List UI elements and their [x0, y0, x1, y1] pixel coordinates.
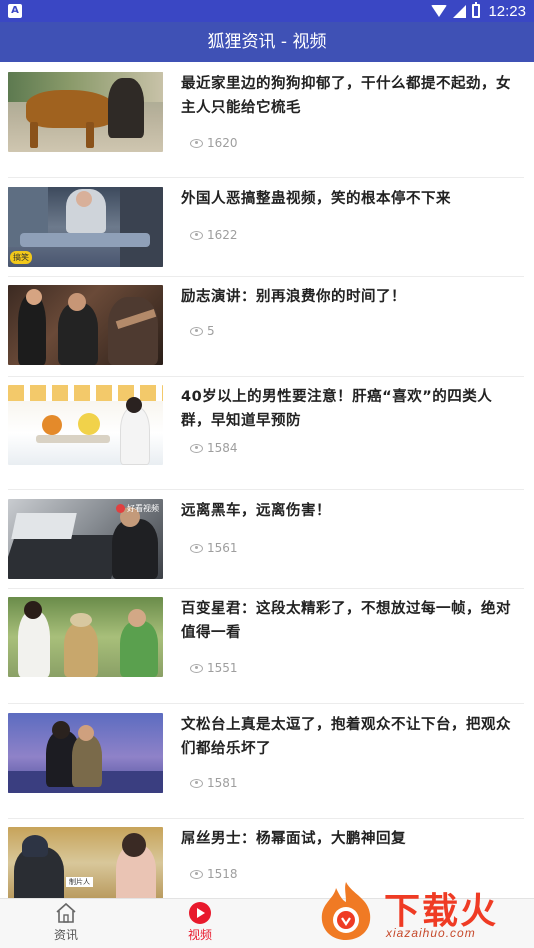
divider	[8, 703, 524, 704]
view-count: 1620	[190, 136, 238, 150]
view-count: 1561	[190, 541, 238, 555]
divider	[8, 489, 524, 490]
video-thumbnail[interactable]	[8, 72, 163, 152]
view-count: 1581	[190, 776, 238, 790]
video-title[interactable]: 最近家里边的狗狗抑郁了，干什么都提不起劲，女主人只能给它梳毛	[181, 72, 521, 120]
view-count-value: 1584	[207, 441, 238, 455]
eye-icon	[190, 663, 203, 673]
view-count: 5	[190, 324, 215, 338]
signal-icon	[453, 4, 467, 18]
status-icons: 12:23	[431, 2, 526, 20]
site-watermark: 下载火 xiazaihuo.com	[316, 878, 530, 946]
video-thumbnail[interactable]	[8, 713, 163, 793]
view-count-value: 1581	[207, 776, 238, 790]
app-notification-icon: A	[8, 4, 22, 18]
eye-icon	[190, 326, 203, 336]
video-title[interactable]: 外国人恶搞整蛊视频，笑的根本停不下来	[181, 187, 521, 211]
tab-label: 资讯	[53, 928, 78, 942]
eye-icon	[190, 869, 203, 879]
view-count-value: 1551	[207, 661, 238, 675]
wifi-icon	[431, 5, 448, 17]
video-thumbnail[interactable]	[8, 597, 163, 677]
divider	[8, 588, 524, 589]
video-title[interactable]: 百变星君：这段太精彩了，不想放过每一帧，绝对值得一看	[181, 597, 521, 645]
thumbnail-badge: 搞笑	[10, 251, 32, 264]
thumbnail-caption: 制片人	[66, 877, 93, 887]
eye-icon	[190, 543, 203, 553]
status-time: 12:23	[488, 2, 526, 20]
divider	[8, 276, 524, 277]
divider	[8, 177, 524, 178]
video-feed[interactable]: 最近家里边的狗狗抑郁了，干什么都提不起劲，女主人只能给它梳毛 1620 搞笑 外…	[0, 62, 534, 898]
eye-icon	[190, 443, 203, 453]
view-count-value: 1622	[207, 228, 238, 242]
view-count-value: 1620	[207, 136, 238, 150]
home-icon	[54, 902, 78, 924]
divider	[8, 376, 524, 377]
eye-icon	[190, 138, 203, 148]
tab-news[interactable]: 资讯	[36, 902, 96, 943]
view-count: 1518	[190, 867, 238, 881]
view-count: 1622	[190, 228, 238, 242]
video-thumbnail[interactable]	[8, 285, 163, 365]
video-title[interactable]: 远离黑车，远离伤害！	[181, 499, 521, 523]
view-count-value: 1561	[207, 541, 238, 555]
status-bar: A 12:23	[0, 0, 534, 22]
video-title[interactable]: 文松台上真是太逗了，抱着观众不让下台，把观众们都给乐坏了	[181, 713, 521, 761]
eye-icon	[190, 778, 203, 788]
view-count: 1584	[190, 441, 238, 455]
video-thumbnail[interactable]: 制片人	[8, 827, 163, 898]
battery-charging-icon	[472, 2, 481, 18]
video-thumbnail[interactable]: 好看视频	[8, 499, 163, 579]
view-count: 1551	[190, 661, 238, 675]
video-title[interactable]: 屌丝男士：杨幂面试，大鹏神回复	[181, 827, 521, 851]
thumbnail-logo-text: 好看视频	[127, 504, 159, 513]
logo-icon	[116, 504, 125, 513]
view-count-value: 1518	[207, 867, 238, 881]
flame-logo-icon	[321, 882, 371, 940]
video-thumbnail[interactable]: 搞笑	[8, 187, 163, 267]
thumbnail-watermark: 好看视频	[116, 503, 159, 514]
video-title[interactable]: 40岁以上的男性要注意！肝癌“喜欢”的四类人群，早知道早预防	[181, 385, 521, 433]
tab-video[interactable]: 视频	[170, 902, 230, 943]
tab-label: 视频	[187, 928, 212, 942]
video-title[interactable]: 励志演讲：别再浪费你的时间了！	[181, 285, 521, 309]
divider	[8, 818, 524, 819]
app-bar: 狐狸资讯 - 视频	[0, 22, 534, 62]
page-title: 狐狸资讯 - 视频	[207, 32, 327, 52]
play-circle-icon	[189, 902, 211, 924]
video-thumbnail[interactable]	[8, 385, 163, 465]
eye-icon	[190, 230, 203, 240]
watermark-url: xiazaihuo.com	[386, 926, 476, 940]
view-count-value: 5	[207, 324, 215, 338]
